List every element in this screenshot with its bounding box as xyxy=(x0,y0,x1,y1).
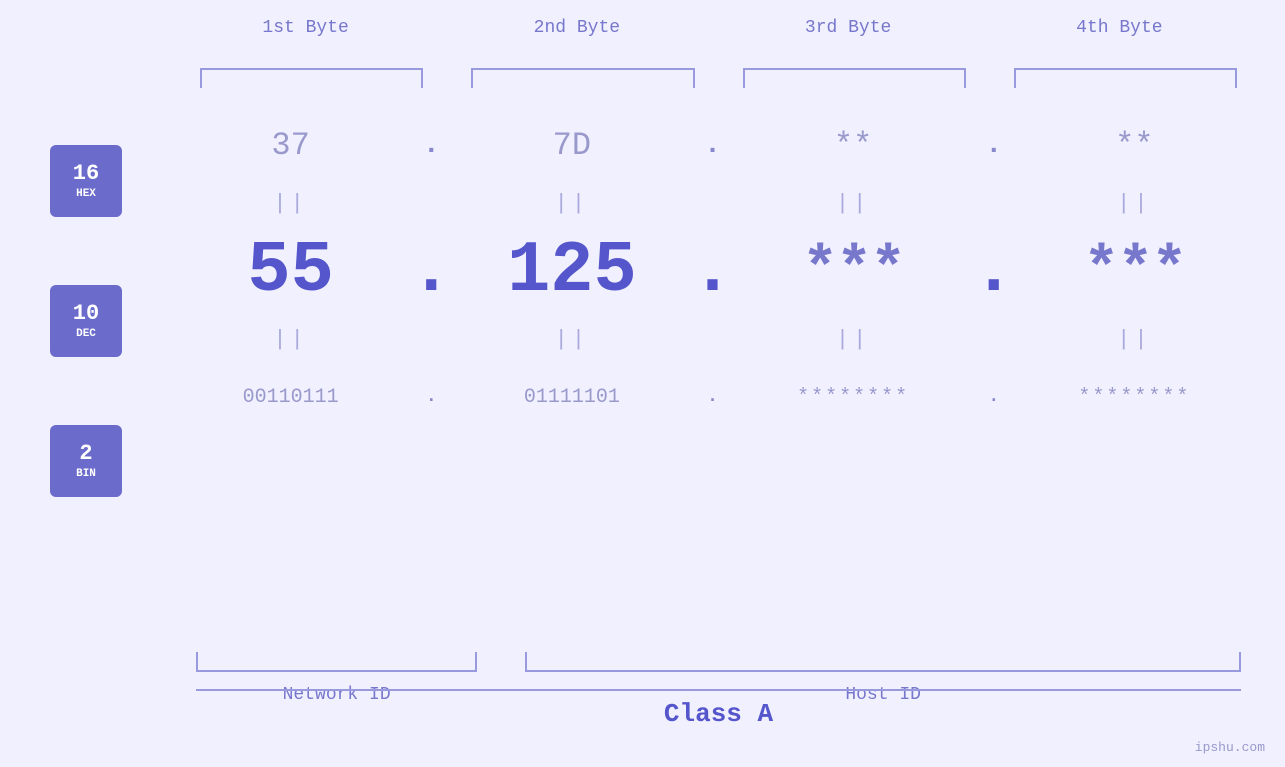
class-section: Class A xyxy=(196,689,1241,729)
byte-header-4: 4th Byte xyxy=(984,18,1255,38)
bin-row: 00110111 . 01111101 . ******** . *******… xyxy=(170,357,1255,437)
eq1-b1: || xyxy=(170,191,411,216)
dec-b4-value: *** xyxy=(1083,237,1185,305)
hex-dot-1: . xyxy=(411,130,451,161)
bin-dot-2-sym: . xyxy=(707,387,718,407)
equals-row-1: || || || || xyxy=(170,185,1255,221)
hex-row: 37 . 7D . ** . ** xyxy=(170,105,1255,185)
hex-label: HEX xyxy=(76,188,96,201)
top-brackets xyxy=(196,68,1241,88)
bracket-b4 xyxy=(1014,68,1237,88)
bin-dot-3: . xyxy=(974,387,1014,407)
class-line xyxy=(196,689,1241,691)
byte-header-2: 2nd Byte xyxy=(441,18,712,38)
bin-b4-value: ******** xyxy=(1078,386,1190,409)
dec-dot-2-sym: . xyxy=(691,230,734,312)
byte-headers: 1st Byte 2nd Byte 3rd Byte 4th Byte xyxy=(170,18,1255,38)
bracket-b2 xyxy=(471,68,694,88)
bin-dot-2: . xyxy=(693,387,733,407)
class-label: Class A xyxy=(664,699,773,729)
eq1-b4: || xyxy=(1014,191,1255,216)
bin-dot-1-sym: . xyxy=(426,387,437,407)
hex-b1-cell: 37 xyxy=(170,127,411,164)
main-container: 1st Byte 2nd Byte 3rd Byte 4th Byte 16 H… xyxy=(0,0,1285,767)
hex-b3-cell: ** xyxy=(733,127,974,164)
byte-header-1: 1st Byte xyxy=(170,18,441,38)
dec-badge: 10 DEC xyxy=(50,285,122,357)
hex-badge: 16 HEX xyxy=(50,145,122,217)
eq1-b2: || xyxy=(451,191,692,216)
dec-dot-3: . xyxy=(974,230,1014,312)
base-labels: 16 HEX 10 DEC 2 BIN xyxy=(50,145,122,497)
dec-num: 10 xyxy=(73,301,99,327)
bin-dot-3-sym: . xyxy=(988,387,999,407)
dec-b3-cell: *** xyxy=(733,237,974,305)
bracket-b1 xyxy=(200,68,423,88)
hex-dot-3: . xyxy=(974,130,1014,161)
bin-b2-value: 01111101 xyxy=(524,386,620,409)
dec-dot-1-sym: . xyxy=(410,230,453,312)
dec-b2-cell: 125 xyxy=(451,230,692,312)
dec-label: DEC xyxy=(76,328,96,341)
bin-badge: 2 BIN xyxy=(50,425,122,497)
hex-b2-value: 7D xyxy=(553,127,591,164)
hex-b2-cell: 7D xyxy=(451,127,692,164)
hex-dot-2: . xyxy=(693,130,733,161)
bin-num: 2 xyxy=(79,441,92,467)
bin-b3-cell: ******** xyxy=(733,386,974,409)
eq2-b3: || xyxy=(733,327,974,352)
dec-b1-cell: 55 xyxy=(170,230,411,312)
bin-b3-value: ******** xyxy=(797,386,909,409)
equals-row-2: || || || || xyxy=(170,321,1255,357)
watermark: ipshu.com xyxy=(1195,740,1265,755)
dec-b2-value: 125 xyxy=(507,230,637,312)
host-bracket xyxy=(525,652,1241,672)
bottom-brackets xyxy=(196,652,1241,672)
bin-b2-cell: 01111101 xyxy=(451,386,692,409)
bin-label: BIN xyxy=(76,468,96,481)
hex-num: 16 xyxy=(73,161,99,187)
byte-header-3: 3rd Byte xyxy=(713,18,984,38)
dec-dot-1: . xyxy=(411,230,451,312)
dec-b4-cell: *** xyxy=(1014,237,1255,305)
hex-b1-value: 37 xyxy=(271,127,309,164)
eq1-b3: || xyxy=(733,191,974,216)
bin-b1-cell: 00110111 xyxy=(170,386,411,409)
hex-b4-value: ** xyxy=(1115,127,1153,164)
dec-dot-2: . xyxy=(693,230,733,312)
dec-dot-3-sym: . xyxy=(972,230,1015,312)
bin-b1-value: 00110111 xyxy=(243,386,339,409)
dec-b1-value: 55 xyxy=(247,230,333,312)
eq2-b2: || xyxy=(451,327,692,352)
hex-b3-value: ** xyxy=(834,127,872,164)
eq2-b4: || xyxy=(1014,327,1255,352)
bin-dot-1: . xyxy=(411,387,451,407)
bin-b4-cell: ******** xyxy=(1014,386,1255,409)
hex-b4-cell: ** xyxy=(1014,127,1255,164)
bracket-b3 xyxy=(743,68,966,88)
dec-row: 55 . 125 . *** . *** xyxy=(170,221,1255,321)
eq2-b1: || xyxy=(170,327,411,352)
network-bracket xyxy=(196,652,477,672)
dec-b3-value: *** xyxy=(802,237,904,305)
content-grid: 37 . 7D . ** . ** || || || || xyxy=(170,105,1255,657)
